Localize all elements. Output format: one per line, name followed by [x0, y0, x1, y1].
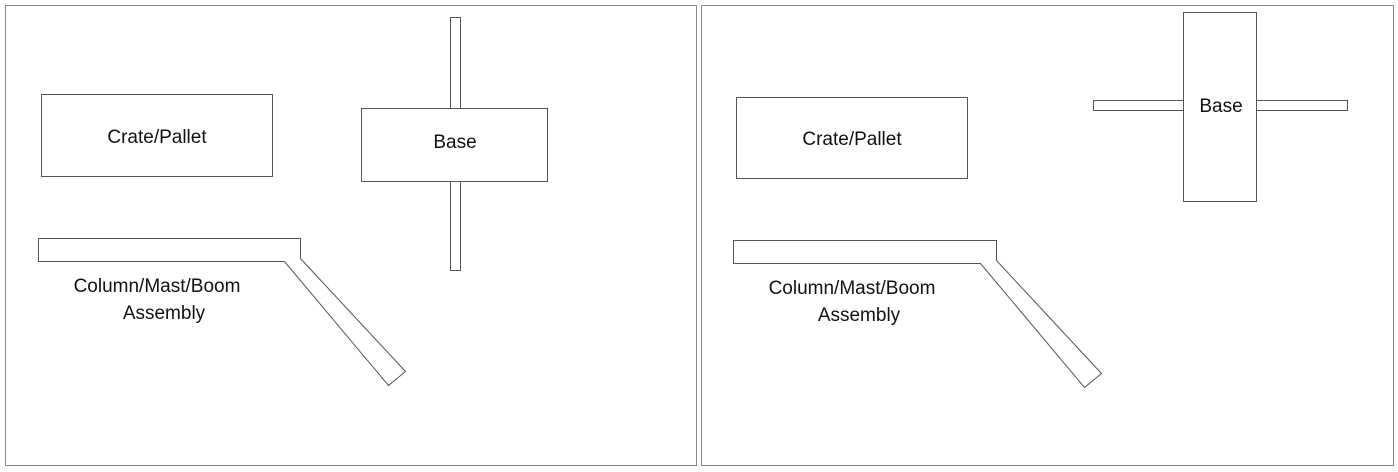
column-mast-boom-shape [38, 238, 407, 387]
column-mast-boom-shape [733, 240, 1103, 389]
panel-right: Crate/Pallet Base Column/Mast/Boom Assem… [701, 5, 1394, 466]
column-label-line2: Assembly [818, 305, 901, 326]
panel-left: Crate/Pallet Base Column/Mast/Boom Assem… [5, 5, 697, 466]
column-label-line2: Assembly [123, 303, 206, 324]
column-label-line1: Column/Mast/Boom [74, 276, 241, 297]
panel-frame-left [5, 5, 697, 466]
base-label: Base [433, 132, 476, 153]
base-label: Base [1199, 96, 1242, 117]
panel-frame-right [701, 5, 1394, 466]
diagram-stage: Crate/Pallet Base Column/Mast/Boom Assem… [0, 0, 1398, 467]
column-label-line1: Column/Mast/Boom [769, 278, 936, 299]
crate-pallet-label: Crate/Pallet [802, 129, 902, 150]
crate-pallet-label: Crate/Pallet [107, 127, 207, 148]
diagram-canvas: Crate/Pallet Base Column/Mast/Boom Assem… [5, 5, 1394, 466]
